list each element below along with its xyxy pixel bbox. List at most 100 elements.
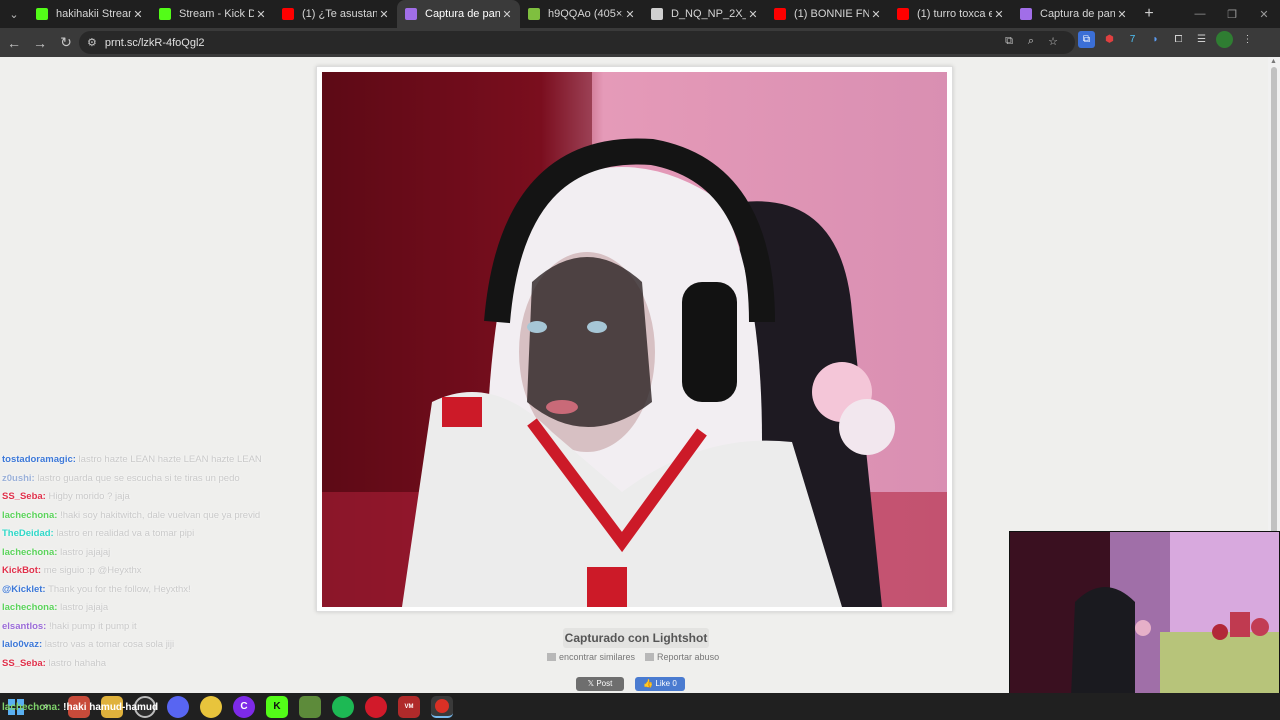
tab-close-icon[interactable]: ✕ xyxy=(869,8,883,21)
chat-text: lastro guarda que se escucha si te tiras… xyxy=(37,472,240,484)
window-controls: — ❐ ✕ xyxy=(1184,0,1280,28)
chat-message: elsantlos: !haki pump it pump it xyxy=(2,620,272,635)
tab-title: (1) BONNIE FNAF FA xyxy=(794,8,869,20)
browser-tab[interactable]: Captura de pantalla p✕ xyxy=(397,0,520,28)
voicemeeter-icon[interactable]: VM xyxy=(398,695,420,718)
browser-tab[interactable]: h9QQAo (405×281)✕ xyxy=(520,0,643,28)
chat-username[interactable]: TheDeidad: xyxy=(2,528,54,539)
bookmark-star-icon[interactable]: ☆ xyxy=(1045,35,1061,48)
chat-username[interactable]: lachechona: xyxy=(2,510,57,521)
chat-last-user: lachechona: xyxy=(2,702,61,713)
chat-message: SS_Seba: lastro hahaha xyxy=(2,657,272,672)
facebook-like-button[interactable]: 👍 Like 0 xyxy=(635,677,685,691)
chat-username[interactable]: SS_Seba: xyxy=(2,658,46,669)
chat-message: z0ushi: lastro guarda que se escucha si … xyxy=(2,472,272,487)
minimize-icon[interactable]: — xyxy=(1184,0,1216,28)
tab-close-icon[interactable]: ✕ xyxy=(623,8,637,21)
tab-close-icon[interactable]: ✕ xyxy=(746,8,760,21)
screenshot-image xyxy=(322,72,947,607)
scrollbar-thumb[interactable] xyxy=(1271,67,1277,577)
chat-message: tostadoramagic: lastro hazte LEAN hazte … xyxy=(2,453,272,468)
chat-username[interactable]: lachechona: xyxy=(2,547,57,558)
audio-extension-icon[interactable]: ◗ xyxy=(1147,31,1164,48)
tab-title: Stream - Kick Dashbo xyxy=(179,8,254,20)
chat-username[interactable]: lalo0vaz: xyxy=(2,639,42,650)
tab-title: Captura de pantalla p xyxy=(425,8,500,20)
translate-extension-icon[interactable]: ⧉ xyxy=(1078,31,1095,48)
x-post-button[interactable]: 𝕏 Post xyxy=(576,677,624,691)
chat-username[interactable]: @Kicklet: xyxy=(2,584,46,595)
new-tab-button[interactable]: + xyxy=(1135,5,1163,23)
chat-username[interactable]: lachechona: xyxy=(2,602,57,613)
tab-title: Captura de pantalla xyxy=(1040,8,1115,20)
profile-avatar-icon[interactable] xyxy=(1216,31,1233,48)
tab-search-icon[interactable]: ⌄ xyxy=(0,0,28,28)
site-info-icon[interactable]: ⚙ xyxy=(87,36,97,49)
chat-message: SS_Seba: Higby morido ? jaja xyxy=(2,490,272,505)
tab-close-icon[interactable]: ✕ xyxy=(500,8,514,21)
scroll-up-icon[interactable]: ▲ xyxy=(1270,58,1277,65)
chat-username[interactable]: elsantlos: xyxy=(2,621,46,632)
tab-close-icon[interactable]: ✕ xyxy=(992,8,1006,21)
image-icon xyxy=(528,8,540,20)
tab-close-icon[interactable]: ✕ xyxy=(1115,8,1129,21)
install-app-icon[interactable]: ⧉ xyxy=(1001,35,1017,48)
maximize-icon[interactable]: ❐ xyxy=(1216,0,1248,28)
chat-text: !haki soy hakitwitch, dale vuelvan que y… xyxy=(60,509,261,521)
kick-icon xyxy=(159,8,171,20)
chat-message: lachechona: !haki soy hakitwitch, dale v… xyxy=(2,509,272,524)
browser-tab[interactable]: Captura de pantalla✕ xyxy=(1012,0,1135,28)
address-bar[interactable]: ⚙ prnt.sc/lzkR-4foQgl2 ⧉ ⌕ ☆ xyxy=(79,31,1075,54)
close-window-icon[interactable]: ✕ xyxy=(1248,0,1280,28)
windows-taskbar: ⌕ C K VM xyxy=(0,693,1280,720)
youtube-icon xyxy=(282,8,294,20)
minecraft-icon[interactable] xyxy=(299,695,321,718)
chrome-icon[interactable] xyxy=(200,695,222,718)
tab-title: (1) ¿Te asustan los ju xyxy=(302,8,377,20)
discord-icon[interactable] xyxy=(167,695,189,718)
extensions-area: ⧉ ⬢ 7 ◗ ⧠ ☰ ⋮ xyxy=(1078,31,1256,48)
report-abuse-link[interactable]: Reportar abuso xyxy=(645,652,719,662)
browser-tab[interactable]: hakihakii Stream - W✕ xyxy=(28,0,151,28)
chat-text: !haki pump it pump it xyxy=(49,620,137,632)
adblock-extension-icon[interactable]: ⬢ xyxy=(1101,31,1118,48)
chat-text: lastro en realidad va a tomar pipi xyxy=(56,528,195,539)
reading-list-icon[interactable]: ☰ xyxy=(1193,31,1210,48)
browser-menu-icon[interactable]: ⋮ xyxy=(1239,31,1256,48)
browser-tab[interactable]: (1) BONNIE FNAF FA✕ xyxy=(766,0,889,28)
chat-text: Thank you for the follow, Heyxthx! xyxy=(48,583,191,595)
chat-message: lachechona: lastro jajaja xyxy=(2,601,272,616)
browser-tab[interactable]: D_NQ_NP_2X_94577✕ xyxy=(643,0,766,28)
seven-tv-extension-icon[interactable]: 7 xyxy=(1124,31,1141,48)
chat-message: TheDeidad: lastro en realidad va a tomar… xyxy=(2,527,272,542)
youtube-icon xyxy=(897,8,909,20)
browser-tab[interactable]: (1) ¿Te asustan los ju✕ xyxy=(274,0,397,28)
chat-username[interactable]: SS_Seba: xyxy=(2,491,46,502)
find-similar-link[interactable]: encontrar similares xyxy=(547,652,635,662)
extensions-puzzle-icon[interactable]: ⧠ xyxy=(1170,31,1187,48)
chat-username[interactable]: KickBot: xyxy=(2,565,41,576)
back-icon[interactable]: ← xyxy=(2,31,26,55)
forward-icon[interactable]: → xyxy=(28,31,52,55)
chat-message: KickBot: me siguio :p @Heyxthx xyxy=(2,564,272,579)
chat-message: lalo0vaz: lastro vas a tomar cosa sola j… xyxy=(2,638,272,653)
zoom-icon[interactable]: ⌕ xyxy=(1023,35,1039,48)
browser-tab[interactable]: Stream - Kick Dashbo✕ xyxy=(151,0,274,28)
tab-strip: ⌄ hakihakii Stream - W✕Stream - Kick Das… xyxy=(0,0,1280,28)
opera-icon[interactable] xyxy=(365,695,387,718)
stream-chat-overlay: tostadoramagic: lastro hazte LEAN hazte … xyxy=(2,453,272,675)
tab-close-icon[interactable]: ✕ xyxy=(131,8,145,21)
tab-close-icon[interactable]: ✕ xyxy=(377,8,391,21)
tab-close-icon[interactable]: ✕ xyxy=(254,8,268,21)
chrome-active-icon[interactable] xyxy=(431,695,453,718)
spotify-icon[interactable] xyxy=(332,695,354,718)
browser-tab[interactable]: (1) turro toxca el pia✕ xyxy=(889,0,1012,28)
globe-icon xyxy=(651,8,663,20)
canva-icon[interactable]: C xyxy=(233,695,255,718)
chat-username[interactable]: z0ushi: xyxy=(2,473,35,484)
chat-username[interactable]: tostadoramagic: xyxy=(2,454,76,465)
chat-text: lastro hazte LEAN hazte LEAN hazte LEAN xyxy=(78,454,262,465)
reload-icon[interactable]: ↻ xyxy=(54,31,78,55)
lightshot-caption: Capturado con Lightshot xyxy=(563,628,709,648)
kick-app-icon[interactable]: K xyxy=(266,695,288,718)
